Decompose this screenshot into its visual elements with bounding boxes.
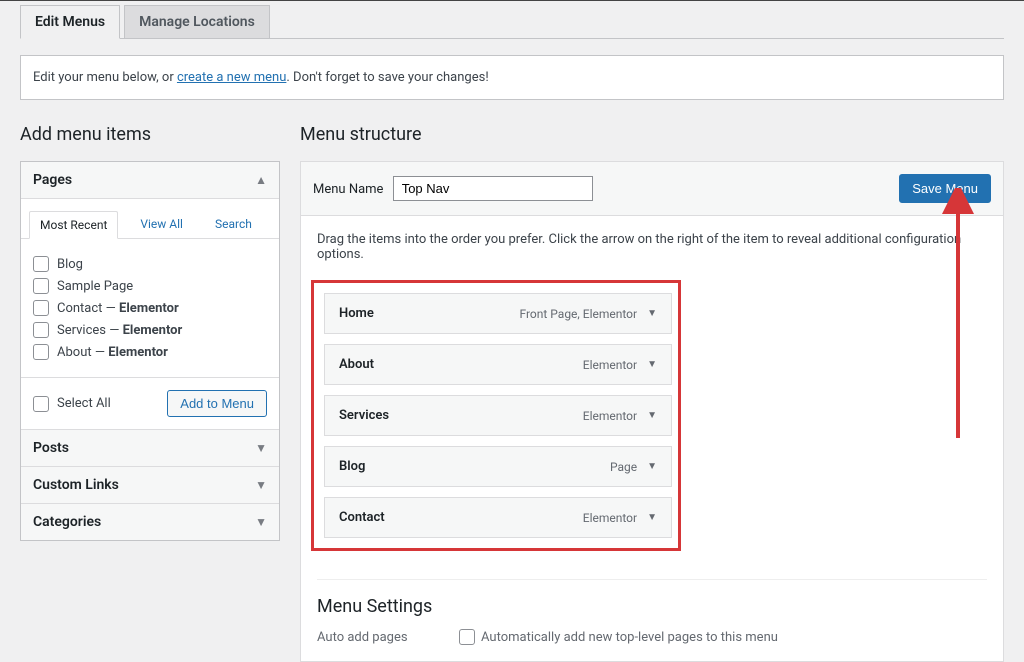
page-checkbox[interactable] — [33, 256, 49, 272]
menu-item-title: Blog — [339, 459, 365, 474]
inner-tab-view-all[interactable]: View All — [130, 211, 193, 238]
panel-pages-header[interactable]: Pages ▲ — [21, 162, 279, 199]
notice-text-post: . Don't forget to save your changes! — [286, 70, 488, 85]
select-all-label: Select All — [57, 396, 111, 411]
notice-box: Edit your menu below, or create a new me… — [20, 55, 1004, 100]
menu-structure-heading: Menu structure — [300, 124, 1004, 145]
caret-down-icon: ▼ — [255, 441, 267, 455]
nav-tab-wrapper: Edit Menus Manage Locations — [20, 5, 1004, 39]
panel-categories-header[interactable]: Categories ▼ — [21, 503, 279, 540]
menu-item-meta: Front Page, Elementor — [519, 307, 637, 321]
page-label: About — Elementor — [57, 345, 168, 360]
page-label: Services — Elementor — [57, 323, 182, 338]
notice-text-pre: Edit your menu below, or — [33, 70, 177, 85]
page-item: Contact — Elementor — [33, 297, 267, 319]
menu-item-title: Services — [339, 408, 389, 423]
menu-item[interactable]: Blog Page ▼ — [324, 446, 672, 487]
select-all-checkbox[interactable] — [33, 396, 49, 412]
auto-add-label: Auto add pages — [317, 630, 459, 645]
page-checkbox[interactable] — [33, 278, 49, 294]
menu-items-highlight-box: Home Front Page, Elementor ▼ About Elemen… — [311, 280, 681, 551]
panel-categories-label: Categories — [33, 514, 101, 530]
add-items-heading: Add menu items — [20, 124, 280, 145]
panel-custom-links-label: Custom Links — [33, 477, 119, 493]
page-checkbox[interactable] — [33, 300, 49, 316]
panel-pages: Pages ▲ Most Recent View All Search Blog — [20, 161, 280, 541]
panel-pages-label: Pages — [33, 172, 72, 188]
expand-icon[interactable]: ▼ — [647, 410, 657, 421]
menu-item-title: About — [339, 357, 374, 372]
expand-icon[interactable]: ▼ — [647, 359, 657, 370]
menu-item[interactable]: Services Elementor ▼ — [324, 395, 672, 436]
save-menu-button[interactable]: Save Menu — [899, 174, 991, 203]
menu-item-meta: Page — [610, 460, 637, 474]
expand-icon[interactable]: ▼ — [647, 308, 657, 319]
panel-posts-header[interactable]: Posts ▼ — [21, 429, 279, 466]
page-checkbox[interactable] — [33, 344, 49, 360]
inner-tab-most-recent[interactable]: Most Recent — [29, 211, 118, 239]
menu-item[interactable]: Contact Elementor ▼ — [324, 497, 672, 538]
panel-custom-links-header[interactable]: Custom Links ▼ — [21, 466, 279, 503]
menu-settings-heading: Menu Settings — [317, 596, 987, 617]
tab-manage-locations[interactable]: Manage Locations — [124, 5, 270, 38]
page-checkbox[interactable] — [33, 322, 49, 338]
auto-add-checkbox[interactable] — [459, 629, 475, 645]
page-item: About — Elementor — [33, 341, 267, 363]
menu-item-title: Contact — [339, 510, 385, 525]
menu-instruction: Drag the items into the order you prefer… — [317, 232, 987, 262]
page-item: Blog — [33, 253, 267, 275]
menu-name-label: Menu Name — [313, 182, 383, 197]
menu-item-meta: Elementor — [583, 358, 637, 372]
add-to-menu-button[interactable]: Add to Menu — [167, 390, 267, 417]
panel-posts-label: Posts — [33, 440, 69, 456]
page-label: Sample Page — [57, 279, 133, 294]
expand-icon[interactable]: ▼ — [647, 512, 657, 523]
page-label: Blog — [57, 257, 83, 272]
caret-up-icon: ▲ — [255, 173, 267, 187]
page-item: Sample Page — [33, 275, 267, 297]
caret-down-icon: ▼ — [255, 515, 267, 529]
menu-item[interactable]: Home Front Page, Elementor ▼ — [324, 293, 672, 334]
auto-add-text: Automatically add new top-level pages to… — [481, 630, 778, 645]
menu-item-meta: Elementor — [583, 409, 637, 423]
expand-icon[interactable]: ▼ — [647, 461, 657, 472]
inner-tab-search[interactable]: Search — [205, 211, 262, 238]
menu-item-meta: Elementor — [583, 511, 637, 525]
create-new-menu-link[interactable]: create a new menu — [177, 70, 286, 85]
menu-item-title: Home — [339, 306, 374, 321]
caret-down-icon: ▼ — [255, 478, 267, 492]
menu-name-input[interactable] — [393, 176, 593, 201]
page-item: Services — Elementor — [33, 319, 267, 341]
menu-item[interactable]: About Elementor ▼ — [324, 344, 672, 385]
page-label: Contact — Elementor — [57, 301, 179, 316]
tab-edit-menus[interactable]: Edit Menus — [20, 5, 120, 39]
